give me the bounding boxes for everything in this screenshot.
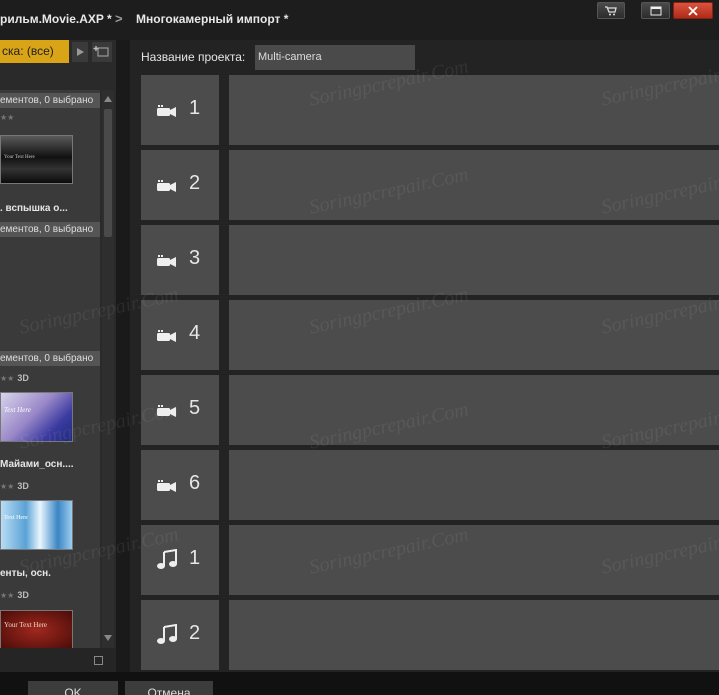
camera-track-lane-1[interactable]	[229, 75, 719, 145]
track-number: 3	[189, 247, 201, 269]
rating-stars[interactable]: ★★ 3D	[0, 590, 29, 600]
track-number: 2	[189, 622, 201, 644]
breadcrumb-separator: >	[115, 11, 123, 26]
track-number: 5	[189, 397, 201, 419]
project-name-input[interactable]: Multi-camera	[255, 45, 415, 70]
maximize-icon	[650, 6, 661, 15]
camera-track-label-5[interactable]: 5	[141, 375, 219, 445]
group-header: ементов, 0 выбрано	[0, 93, 100, 108]
filter-next-button[interactable]	[72, 42, 88, 62]
group-header: ементов, 0 выбрано	[0, 222, 100, 237]
camera-track-label-4[interactable]: 4	[141, 300, 219, 370]
ok-button[interactable]: OK	[28, 681, 118, 695]
project-name-label: Название проекта:	[141, 50, 246, 64]
camera-track-label-2[interactable]: 2	[141, 150, 219, 220]
library-item-title: Майами_осн....	[0, 459, 74, 470]
add-to-library-button[interactable]	[92, 42, 112, 62]
audio-track-lane-7[interactable]	[229, 525, 719, 595]
thumbnail-caption: Your Text Here	[4, 621, 47, 629]
library-item-title: енты, осн.	[0, 568, 51, 579]
library-thumbnail[interactable]: Your Text Here	[0, 610, 73, 650]
3d-badge: 3D	[17, 481, 29, 491]
thumbnail-caption: Text Here	[4, 515, 28, 521]
audio-track-lane-8[interactable]	[229, 600, 719, 670]
camera-track-lane-3[interactable]	[229, 225, 719, 295]
track-number: 2	[189, 172, 201, 194]
scroll-down-icon[interactable]	[104, 635, 112, 641]
camera-track-lane-2[interactable]	[229, 150, 719, 220]
library-thumbnail[interactable]: Your Text Here	[0, 135, 73, 184]
track-number: 1	[189, 97, 201, 119]
library-scrollbar[interactable]	[102, 90, 114, 672]
rating-stars[interactable]: ★★ 3D	[0, 373, 29, 383]
group-header: ементов, 0 выбрано	[0, 351, 100, 366]
close-button[interactable]	[673, 2, 713, 19]
track-number: 1	[189, 547, 201, 569]
rating-stars[interactable]: ★★	[0, 113, 14, 122]
thumbnail-caption: Your Text Here	[4, 155, 35, 160]
cancel-button[interactable]: Отмена	[125, 681, 213, 695]
breadcrumb-current: Многокамерный импорт *	[136, 12, 289, 26]
add-icon	[93, 46, 109, 57]
camera-track-label-1[interactable]: 1	[141, 75, 219, 145]
3d-badge: 3D	[17, 590, 29, 600]
library-filter-tab[interactable]: ска: (все)	[0, 40, 69, 63]
rating-stars[interactable]: ★★ 3D	[0, 481, 29, 491]
camera-track-label-3[interactable]: 3	[141, 225, 219, 295]
thumbnail-caption: Text Here	[4, 406, 31, 414]
shop-button[interactable]	[597, 2, 625, 19]
audio-track-label-7[interactable]: 1	[141, 525, 219, 595]
library-thumbnail[interactable]: Text Here	[0, 392, 73, 442]
breadcrumb-project[interactable]: рильм.Movie.AXP *	[0, 12, 112, 26]
3d-badge: 3D	[17, 373, 29, 383]
library-item-title: . вспышка о...	[0, 203, 68, 214]
view-toggle-icon[interactable]	[94, 656, 103, 665]
track-number: 6	[189, 472, 201, 494]
camera-track-lane-6[interactable]	[229, 450, 719, 520]
library-thumbnail[interactable]: Text Here	[0, 500, 73, 550]
camera-track-lane-5[interactable]	[229, 375, 719, 445]
scroll-up-icon[interactable]	[104, 96, 112, 102]
title-bar: рильм.Movie.AXP * > Многокамерный импорт…	[0, 0, 719, 40]
camera-track-label-6[interactable]: 6	[141, 450, 219, 520]
close-icon	[688, 6, 698, 15]
camera-track-lane-4[interactable]	[229, 300, 719, 370]
library-panel: ска: (все) ементов, 0 выбрано ★★ Your Te…	[0, 40, 116, 672]
cart-icon	[605, 5, 617, 15]
audio-track-label-8[interactable]: 2	[141, 600, 219, 670]
maximize-button[interactable]	[641, 2, 670, 19]
track-number: 4	[189, 322, 201, 344]
library-list[interactable]: ементов, 0 выбрано ★★ Your Text Here . в…	[0, 90, 100, 672]
scrollbar-thumb[interactable]	[104, 109, 112, 237]
